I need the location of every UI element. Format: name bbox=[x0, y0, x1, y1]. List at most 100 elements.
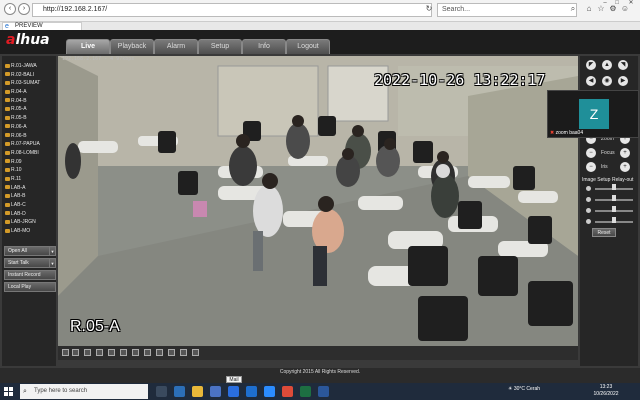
camera-list-item[interactable]: R.05-A bbox=[4, 105, 56, 114]
local-play-button[interactable]: Local Play bbox=[4, 282, 56, 292]
camera-list-item[interactable]: R.06-A bbox=[4, 123, 56, 132]
iris-minus-icon[interactable]: − bbox=[586, 162, 596, 172]
open-all-button[interactable]: Open All ▼ bbox=[4, 246, 56, 256]
camera-list-item[interactable]: LAB-C bbox=[4, 201, 56, 210]
taskbar-search-input[interactable]: ⌕ Type here to search bbox=[20, 384, 148, 399]
chevron-down-icon[interactable]: ▼ bbox=[49, 259, 55, 268]
instant-record-button[interactable]: Instant Record bbox=[4, 270, 56, 280]
chevron-down-icon[interactable]: ▼ bbox=[49, 247, 55, 256]
layout-36-icon[interactable] bbox=[180, 349, 187, 356]
camera-list-item[interactable]: R.07-PAPUA bbox=[4, 140, 56, 149]
screen: ‹ › http://192.168.2.167/ ↻ Search... ⌕ … bbox=[0, 0, 640, 400]
windows-start-icon[interactable] bbox=[4, 387, 14, 397]
camera-list-item[interactable]: R.02-BALI bbox=[4, 71, 56, 80]
taskbar-clock[interactable]: 13:23 10/26/2022 bbox=[590, 384, 622, 398]
camera-icon bbox=[5, 193, 10, 198]
camera-list-item[interactable]: R.06-B bbox=[4, 132, 56, 141]
contrast-slider[interactable] bbox=[586, 195, 634, 203]
start-talk-button[interactable]: Start Talk ▼ bbox=[4, 258, 56, 268]
task-view-icon[interactable] bbox=[156, 386, 167, 397]
layout-25-icon[interactable] bbox=[168, 349, 175, 356]
relay-out-heading[interactable]: Relay-out bbox=[612, 177, 633, 183]
camera-icon bbox=[5, 115, 10, 120]
app-header: alhua Live Playback Alarm Setup Info Log… bbox=[0, 30, 640, 54]
layout-6-icon[interactable] bbox=[96, 349, 103, 356]
hue-slider[interactable] bbox=[586, 217, 634, 225]
camera-list-item[interactable]: LAB-D bbox=[4, 210, 56, 219]
left-action-buttons: Open All ▼ Start Talk ▼ Instant Record Loc… bbox=[4, 246, 56, 294]
camera-list-item[interactable]: LAB-B bbox=[4, 192, 56, 201]
home-icon[interactable]: ⌂ bbox=[584, 4, 594, 14]
camera-icon bbox=[5, 124, 10, 129]
layout-8-icon[interactable] bbox=[108, 349, 115, 356]
layout-4-icon[interactable] bbox=[72, 349, 79, 356]
tab-live[interactable]: Live bbox=[66, 39, 110, 54]
minimize-icon[interactable]: – bbox=[600, 0, 610, 8]
edge-icon[interactable] bbox=[174, 386, 185, 397]
close-icon[interactable]: ✕ bbox=[626, 0, 636, 8]
tab-setup[interactable]: Setup bbox=[198, 39, 242, 54]
tab-logout[interactable]: Logout bbox=[286, 39, 330, 54]
address-bar[interactable]: http://192.168.2.167/ bbox=[32, 3, 432, 17]
camera-icon bbox=[5, 185, 10, 190]
layout-13-icon[interactable] bbox=[132, 349, 139, 356]
brightness-slider[interactable] bbox=[586, 184, 634, 192]
layout-9-icon[interactable] bbox=[120, 349, 127, 356]
camera-list-item[interactable]: R.08-LOMBI bbox=[4, 149, 56, 158]
camera-list-item[interactable]: R.09 bbox=[4, 158, 56, 167]
camera-list-item[interactable]: R.03-SUMAT bbox=[4, 79, 56, 88]
tab-info[interactable]: Info bbox=[242, 39, 286, 54]
tab-alarm[interactable]: Alarm bbox=[154, 39, 198, 54]
zoom-app-icon[interactable] bbox=[264, 386, 275, 397]
layout-16-icon[interactable] bbox=[144, 349, 151, 356]
file-explorer-icon[interactable] bbox=[192, 386, 203, 397]
ptz-center-icon[interactable]: ◉ bbox=[602, 76, 612, 86]
excel-icon[interactable] bbox=[300, 386, 311, 397]
camera-icon bbox=[5, 72, 10, 77]
zoom-participant-tile[interactable]: Z ✖ zoom baa04 bbox=[547, 90, 639, 138]
layout-1-icon[interactable] bbox=[62, 349, 69, 356]
ptz-up-right-icon[interactable]: ◥ bbox=[618, 60, 628, 70]
back-icon[interactable]: ‹ bbox=[4, 3, 16, 15]
ptz-up-icon[interactable]: ▲ bbox=[602, 60, 612, 70]
word-icon[interactable] bbox=[318, 386, 329, 397]
ptz-left-icon[interactable]: ◀ bbox=[586, 76, 596, 86]
ptz-right-icon[interactable]: ▶ bbox=[618, 76, 628, 86]
contrast-icon bbox=[586, 197, 591, 202]
search-placeholder: Search... bbox=[442, 6, 471, 13]
search-icon[interactable]: ⌕ bbox=[568, 4, 578, 14]
browser-tab[interactable]: e PREVIEW bbox=[2, 22, 82, 30]
focus-minus-icon[interactable]: − bbox=[586, 148, 596, 158]
layout-20-icon[interactable] bbox=[156, 349, 163, 356]
forward-icon[interactable]: › bbox=[18, 3, 30, 15]
camera-list-item[interactable]: LAB-MO bbox=[4, 227, 56, 236]
maximize-icon[interactable]: □ bbox=[612, 0, 622, 8]
camera-list-item[interactable]: R.04-B bbox=[4, 97, 56, 106]
ptz-up-left-icon[interactable]: ◤ bbox=[586, 60, 596, 70]
fullscreen-icon[interactable] bbox=[84, 349, 91, 356]
video-timestamp: 2022-10-26 13:22:17 bbox=[374, 71, 546, 89]
camera-list-item[interactable]: R.05-B bbox=[4, 114, 56, 123]
saturation-slider[interactable] bbox=[586, 206, 634, 214]
tab-playback[interactable]: Playback bbox=[110, 39, 154, 54]
camera-icon bbox=[5, 228, 10, 233]
internet-explorer-icon[interactable] bbox=[246, 386, 257, 397]
mail-icon[interactable] bbox=[228, 386, 239, 397]
weather-widget[interactable]: ☀ 30°C Cerah bbox=[508, 386, 540, 392]
image-setup-heading[interactable]: Image Setup bbox=[582, 177, 610, 183]
reset-button[interactable]: Reset bbox=[592, 228, 616, 237]
camera-list-item[interactable]: LAB-A bbox=[4, 184, 56, 193]
iris-plus-icon[interactable]: + bbox=[620, 162, 630, 172]
chrome-icon[interactable] bbox=[282, 386, 293, 397]
camera-list-item[interactable]: R.01-JAWA bbox=[4, 62, 56, 71]
camera-list-item[interactable]: R.10 bbox=[4, 166, 56, 175]
browser-search-input[interactable]: Search... bbox=[437, 3, 577, 17]
live-video-view[interactable]: 192.168.2.167 - 4 97kbps 2022-10-26 13:2… bbox=[58, 56, 578, 360]
refresh-icon[interactable]: ↻ bbox=[424, 4, 434, 14]
focus-plus-icon[interactable]: + bbox=[620, 148, 630, 158]
store-icon[interactable] bbox=[210, 386, 221, 397]
camera-list-item[interactable]: LAB-JRGN bbox=[4, 218, 56, 227]
camera-list-item[interactable]: R.11 bbox=[4, 175, 56, 184]
layout-64-icon[interactable] bbox=[192, 349, 199, 356]
camera-list-item[interactable]: R.04-A bbox=[4, 88, 56, 97]
